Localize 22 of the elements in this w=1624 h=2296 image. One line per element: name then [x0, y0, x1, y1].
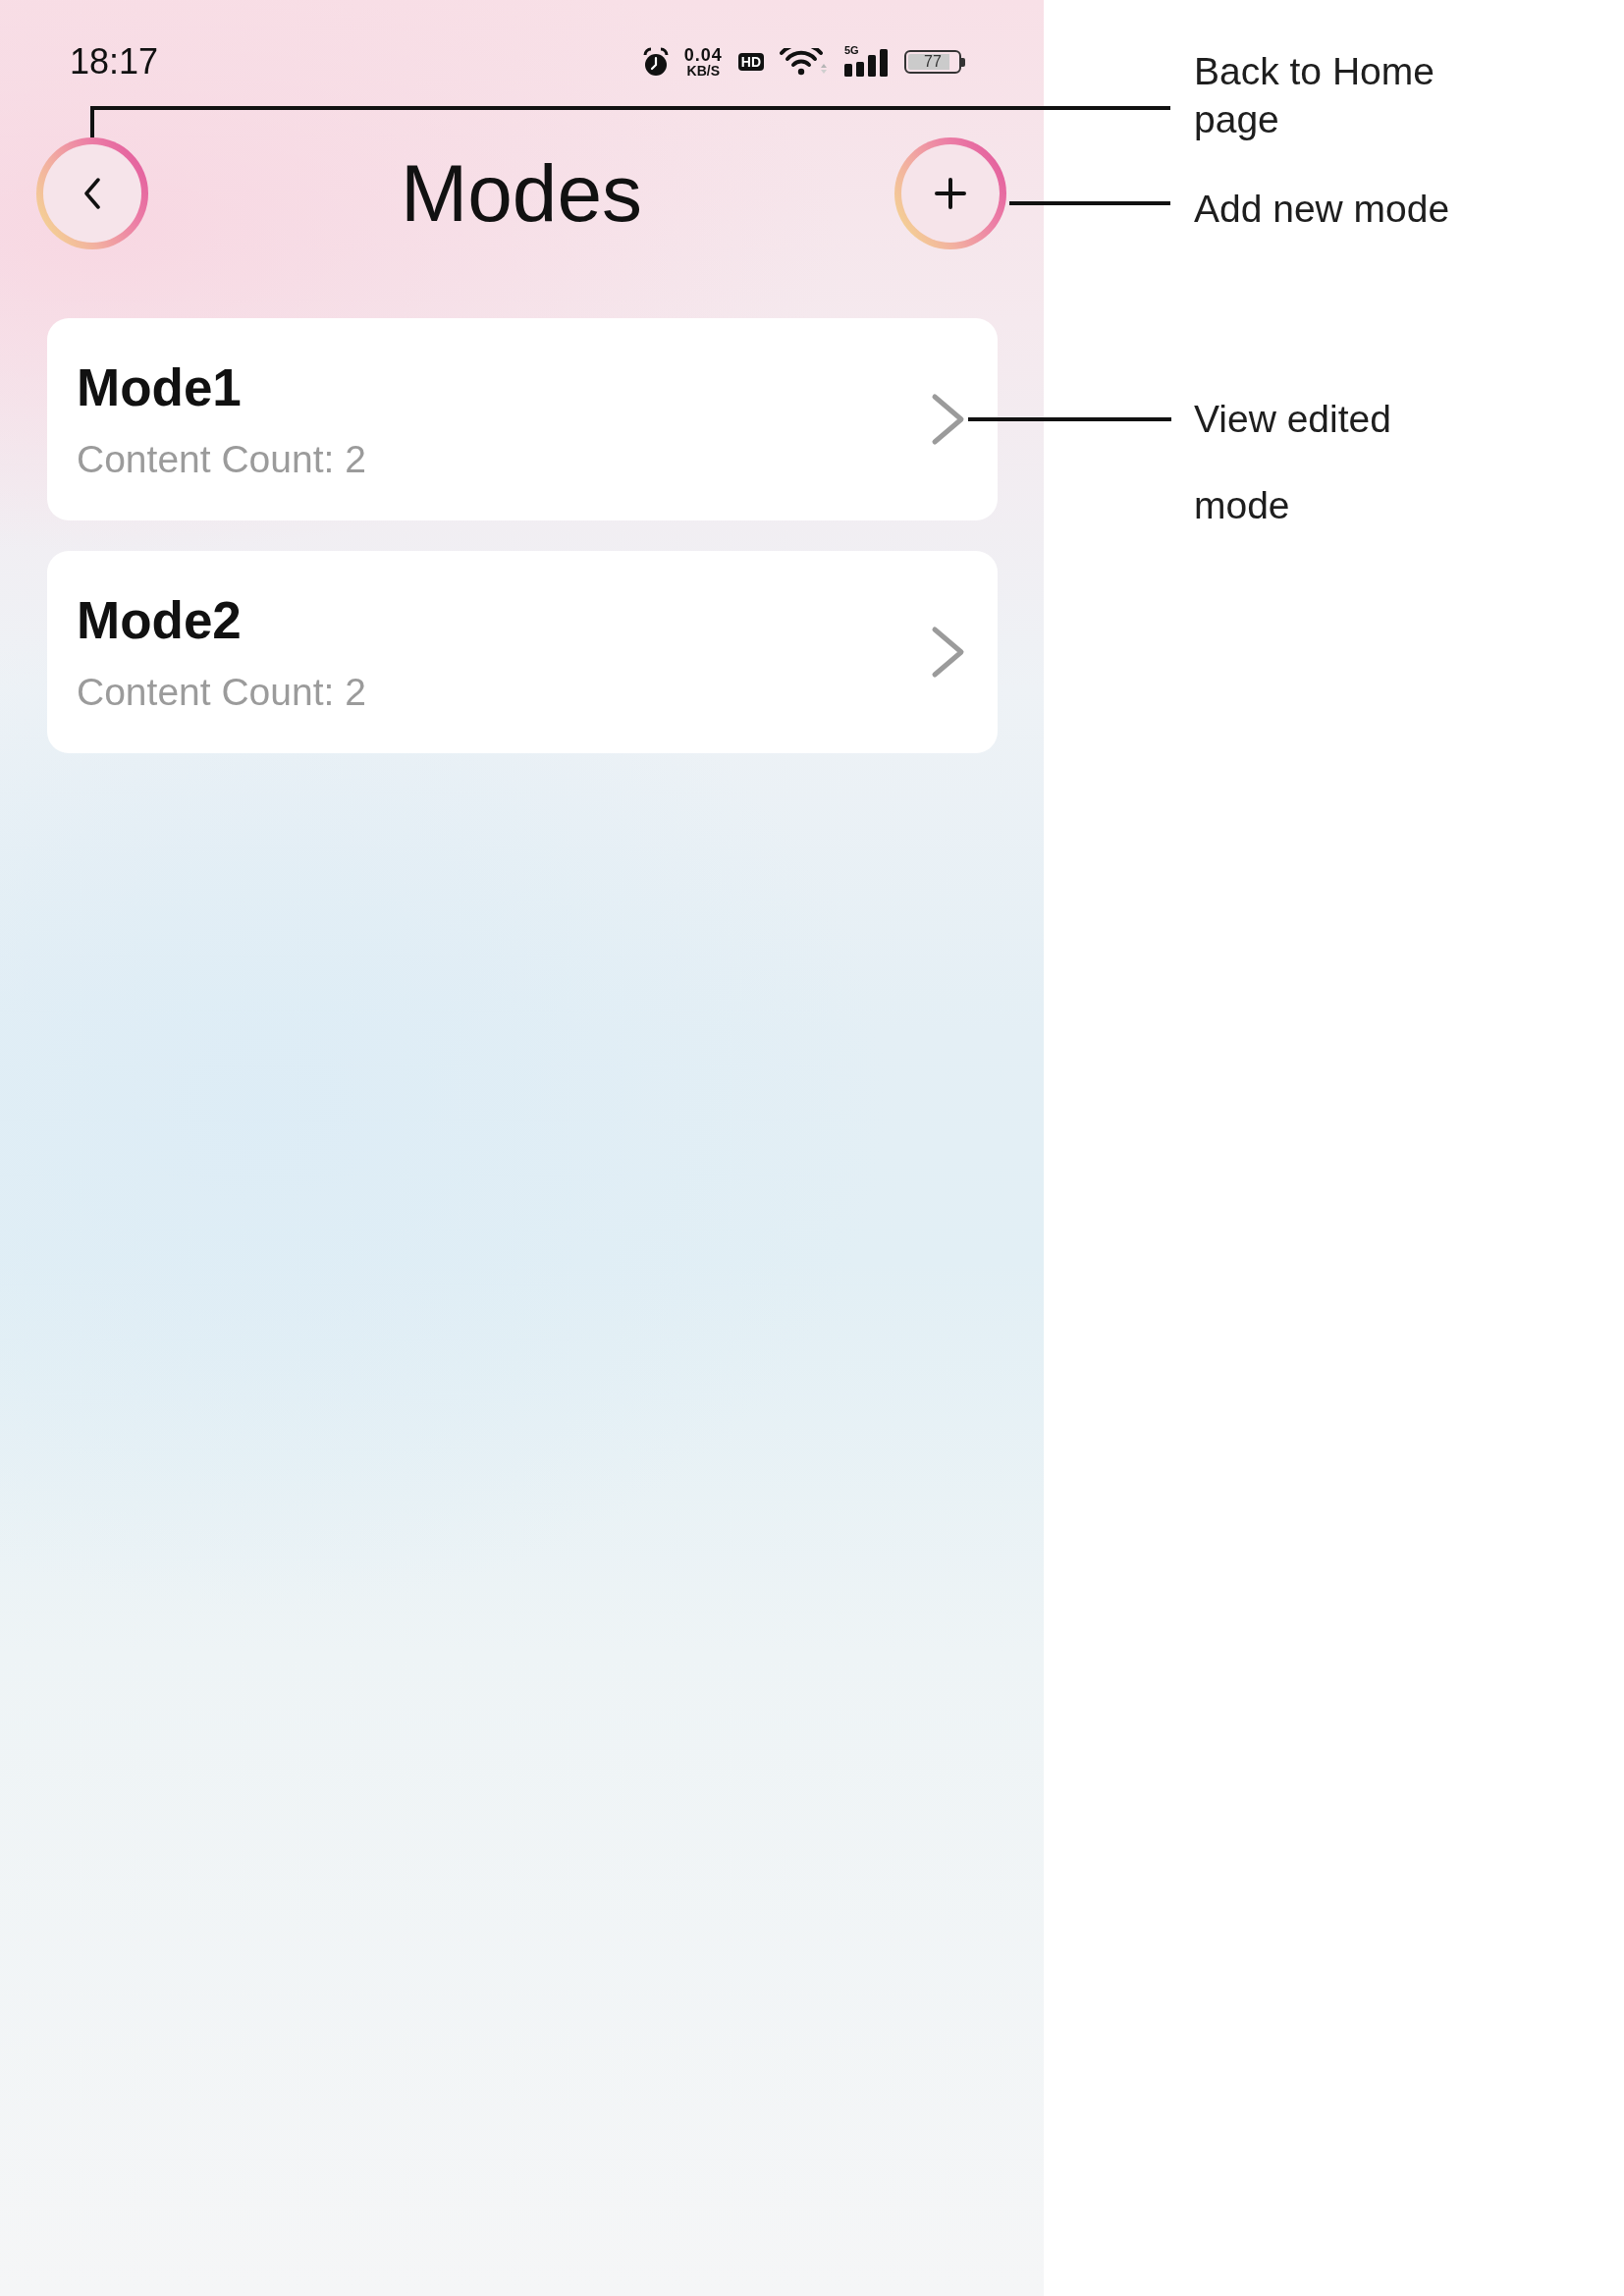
- mode-name: Mode2: [77, 590, 243, 651]
- content-count: Content Count: 2: [77, 437, 366, 482]
- battery-indicator: 77: [904, 50, 965, 74]
- mode-card[interactable]: Mode1 Content Count: 2: [47, 318, 998, 520]
- plus-icon: [935, 178, 966, 209]
- annotation-label: View edited mode: [1194, 397, 1392, 528]
- wifi-icon: [780, 48, 829, 76]
- alarm-icon: [642, 47, 669, 77]
- page-title: Modes: [400, 148, 643, 239]
- annotation-label: Add new mode: [1194, 187, 1451, 232]
- annotation-label: Back to Home page: [1194, 49, 1435, 142]
- hd-indicator: HD: [737, 53, 764, 71]
- chevron-right-icon: [931, 626, 966, 679]
- content-count: Content Count: 2: [77, 670, 366, 715]
- chevron-left-icon: [82, 178, 102, 209]
- status-time: 18:17: [70, 44, 159, 80]
- network-speed-unit: KB/S: [686, 64, 720, 78]
- network-speed: 0.04: [683, 46, 723, 64]
- chevron-right-icon: [931, 393, 966, 446]
- mode-card[interactable]: Mode2 Content Count: 2: [47, 551, 998, 753]
- network-type: 5G: [844, 45, 859, 56]
- mode-name: Mode1: [77, 357, 243, 418]
